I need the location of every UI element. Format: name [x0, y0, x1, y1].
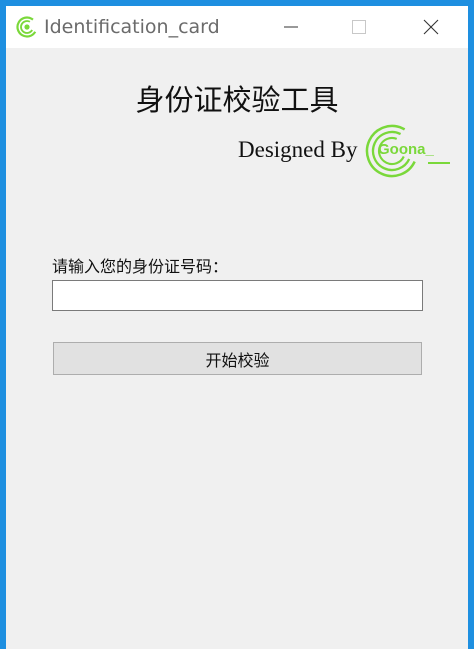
window-title: Identification_card [44, 16, 220, 38]
goona-logo-icon [16, 16, 38, 38]
title-bar[interactable]: Identification_card [6, 6, 468, 48]
id-number-input[interactable] [52, 280, 423, 311]
close-button[interactable] [408, 6, 454, 48]
brand-logo-text: Goona_ [378, 141, 434, 158]
id-number-label: 请输入您的身份证号码： [52, 257, 229, 276]
start-verify-button-label: 开始校验 [205, 350, 270, 370]
close-icon [423, 19, 439, 35]
minimize-icon [284, 26, 298, 28]
page-title: 身份证校验工具 [135, 83, 339, 117]
app-window: Identification_card 身份证校验工具 Designed By … [6, 6, 468, 649]
minimize-button[interactable] [268, 6, 314, 48]
start-verify-button[interactable]: 开始校验 [53, 342, 422, 375]
designed-by-label: Designed By [238, 137, 358, 162]
maximize-icon [352, 20, 366, 34]
maximize-button[interactable] [336, 6, 382, 48]
